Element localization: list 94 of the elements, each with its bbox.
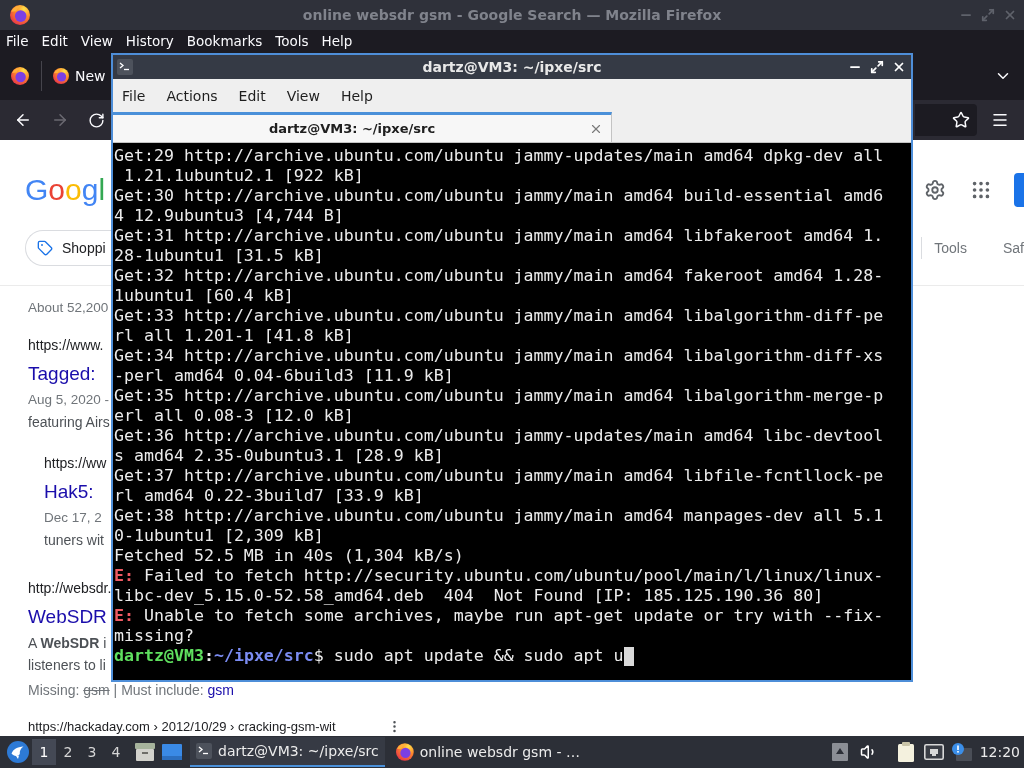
terminal-line: Fetched 52.5 MB in 40s (1,304 kB/s) — [114, 546, 464, 566]
result-url: https://ww — [44, 454, 107, 473]
terminal-line: 0-1ubuntu1 [2,309 kB] — [114, 526, 324, 546]
search-logo[interactable]: Googl — [25, 172, 106, 208]
terminal-line: rl amd64 0.22-3build7 [33.9 kB] — [114, 486, 424, 506]
menu-item[interactable]: Edit — [238, 85, 266, 106]
result-url: https://www. — [28, 336, 104, 355]
apps-grid-icon — [970, 179, 992, 201]
terminal-line: 4 12.9ubuntu3 [4,744 B] — [114, 206, 344, 226]
menu-item[interactable]: Bookmarks — [186, 31, 263, 51]
close-icon — [1003, 8, 1017, 22]
start-menu-icon — [7, 741, 29, 763]
tag-icon — [37, 240, 53, 256]
result-title-link[interactable]: Hak5: — [44, 479, 94, 505]
maximize-button[interactable] — [868, 58, 886, 76]
browser-logo-icon — [53, 68, 69, 84]
missing-terms-text: Missing: gsm | Must include: gsm — [28, 683, 234, 697]
notification-icon — [951, 743, 972, 761]
menu-item[interactable]: Help — [321, 31, 353, 51]
terminal-line: Get:33 http://archive.ubuntu.com/ubuntu jammy/main amd64 libalgorithm-diff-pe — [114, 306, 884, 326]
clipboard-icon — [897, 742, 914, 762]
terminal-line: 28-1ubuntu1 [31.5 kB] — [114, 246, 324, 266]
taskbar-task[interactable]: online websdr gsm - … — [390, 737, 580, 767]
terminal-line: Get:31 http://archive.ubuntu.com/ubuntu jammy/main amd64 libfakeroot amd64 1. — [114, 226, 884, 246]
terminal-icon — [117, 59, 133, 75]
terminal-line: rl all 1.201-1 [41.8 kB] — [114, 326, 354, 346]
result-date: Aug 5, 2020 - — [28, 391, 110, 409]
menu-item[interactable]: Edit — [41, 31, 68, 51]
result-title-link[interactable]: Tagged: — [28, 361, 96, 387]
menu-item[interactable]: View — [286, 85, 320, 106]
window-title: dartz@VM3: ~/ipxe/src — [422, 57, 602, 77]
result-title-link[interactable]: WebSDR — [28, 604, 107, 630]
terminal-line: Get:38 http://archive.ubuntu.com/ubuntu jammy/main amd64 manpages-dev all 5.1 — [114, 506, 884, 526]
terminal-line: s amd64 2.35-0ubuntu3.1 [28.9 kB] — [114, 446, 444, 466]
must-include-link[interactable]: gsm — [207, 682, 234, 698]
result-snippet: tuners wit — [44, 531, 104, 550]
result-snippet: A WebSDR i — [28, 634, 107, 653]
menu-item[interactable]: Tools — [275, 31, 309, 51]
terminal-line: Get:35 http://archive.ubuntu.com/ubuntu jammy/main amd64 libalgorithm-merge-p — [114, 386, 884, 406]
settings-icon — [924, 179, 946, 201]
terminal-line: libc-dev_5.15.0-52.58_amd64.deb 404 Not Found [IP: 185.125.190.36 80] — [114, 586, 824, 606]
terminal-line: Get:32 http://archive.ubuntu.com/ubuntu jammy/main amd64 fakeroot amd64 1.28- — [114, 266, 884, 286]
terminal-line: Get:34 http://archive.ubuntu.com/ubuntu jammy/main amd64 libalgorithm-diff-xs — [114, 346, 884, 366]
desktop-switch-button[interactable]: 4 — [104, 739, 128, 765]
desktop-icon — [162, 744, 182, 760]
filter-control[interactable]: Tools — [934, 238, 967, 258]
terminal-line: Get:30 http://archive.ubuntu.com/ubuntu jammy/main amd64 build-essential amd6 — [114, 186, 884, 206]
desktop-switch-button[interactable]: 2 — [56, 739, 80, 765]
browser-logo-icon — [11, 67, 29, 85]
window-title: online websdr gsm - Google Search — Mozilla Firefox — [302, 5, 722, 25]
result-date: Dec 17, 2 — [44, 509, 102, 527]
terminal-line: E: Unable to fetch some archives, maybe run apt-get update or try with --fix- — [114, 606, 884, 626]
browser-logo-icon — [10, 5, 30, 25]
terminal-line: E: Failed to fetch http://security.ubuntu.com/ubuntu/pool/main/l/linux/linux- — [114, 566, 884, 586]
terminal-line: Get:37 http://archive.ubuntu.com/ubuntu jammy/main amd64 libfile-fcntllock-pe — [114, 466, 884, 486]
menu-item[interactable]: File — [122, 85, 146, 106]
menu-item[interactable]: File — [6, 31, 29, 51]
menu-item[interactable]: Actions — [166, 85, 218, 106]
star-icon[interactable] — [952, 111, 970, 129]
menu-icon — [991, 111, 1009, 129]
result-url: http://websdr. — [28, 579, 112, 598]
close-icon — [892, 60, 906, 74]
forward-arrow-icon — [51, 111, 69, 129]
terminal-line: 1ubuntu1 [60.4 kB] — [114, 286, 294, 306]
terminal-line: Get:29 http://archive.ubuntu.com/ubuntu jammy-updates/main amd64 dpkg-dev all — [114, 146, 884, 166]
browser-tab[interactable]: New — [50, 58, 109, 94]
menu-item[interactable]: History — [125, 31, 174, 51]
network-icon — [923, 744, 944, 760]
desktop-switch-button[interactable]: 3 — [80, 739, 104, 765]
menu-item[interactable]: View — [80, 31, 113, 51]
clock[interactable]: 12:20 — [979, 741, 1020, 763]
browser-logo-icon — [396, 743, 414, 761]
tray-expand-icon — [831, 743, 848, 761]
menu-item[interactable]: Help — [340, 85, 373, 106]
result-url: https://hackaday.com › 2012/10/29 › cracking-gsm-wit — [28, 719, 337, 734]
url-field[interactable] — [915, 104, 977, 136]
drawer-icon — [135, 743, 155, 761]
reload-icon — [87, 111, 105, 129]
terminal-tab[interactable]: dartz@VM3: ~/ipxe/src — [113, 112, 612, 142]
terminal-line: missing? — [114, 626, 194, 646]
terminal-prompt-line: dartz@VM3:~/ipxe/src$ sudo apt update && sudo apt u — [114, 646, 624, 666]
taskbar-task[interactable]: dartz@VM3: ~/ipxe/src — [190, 737, 385, 767]
terminal-line: erl all 0.08-3 [12.0 kB] — [114, 406, 354, 426]
terminal-line: -perl amd64 0.04-6build3 [11.9 kB] — [114, 366, 454, 386]
terminal-line: 1.21.1ubuntu2.1 [922 kB] — [123, 166, 364, 186]
maximize-icon — [870, 60, 884, 74]
result-stats: About 52,200 — [28, 299, 109, 317]
maximize-icon — [981, 8, 995, 22]
result-snippet: featuring Airs — [28, 413, 110, 432]
filter-control[interactable]: Saf — [1003, 238, 1024, 258]
desktop-switch-button[interactable]: 1 — [32, 739, 56, 765]
terminal-icon — [196, 743, 212, 759]
result-snippet: listeners to li — [28, 656, 106, 675]
terminal-line: Get:36 http://archive.ubuntu.com/ubuntu jammy-updates/main amd64 libc-devtool — [114, 426, 884, 446]
